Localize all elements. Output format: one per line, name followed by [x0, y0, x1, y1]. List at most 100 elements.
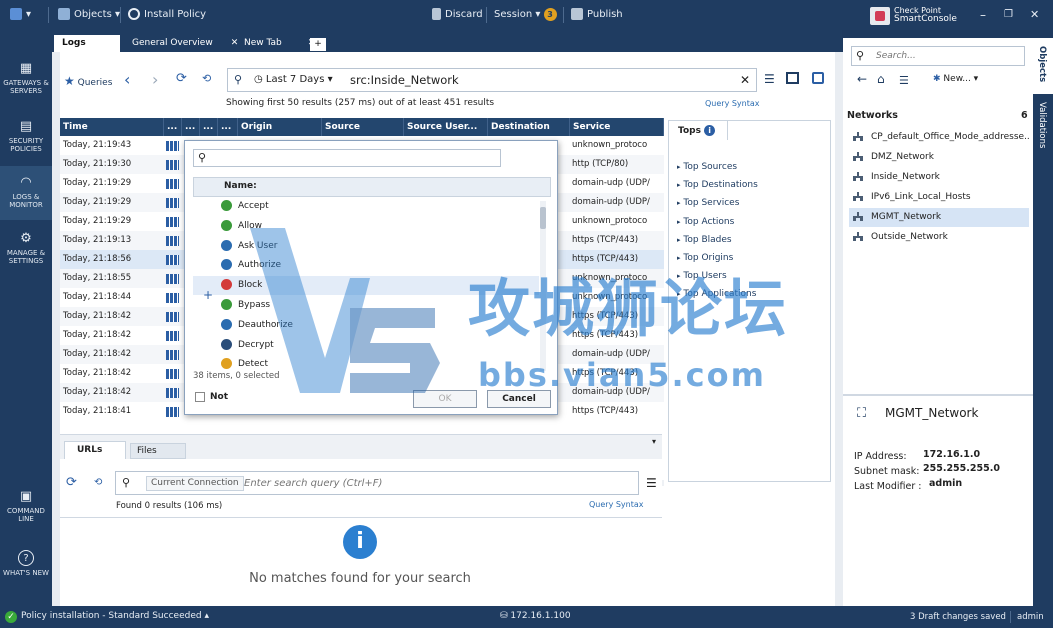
- tab-urls[interactable]: URLs: [64, 441, 126, 459]
- discard-button[interactable]: Discard: [432, 7, 483, 23]
- restore-button[interactable]: ❐: [1004, 7, 1013, 23]
- auto-refresh-icon[interactable]: ⟲: [94, 477, 102, 488]
- network-item[interactable]: CP_default_Office_Mode_addresse...: [849, 128, 1029, 147]
- tops-tab[interactable]: Tops i: [668, 120, 728, 140]
- details-search-input[interactable]: [244, 475, 624, 491]
- popup-scrollbar[interactable]: [540, 201, 546, 371]
- tops-item[interactable]: ▸ Top Actions: [677, 217, 734, 227]
- list-icon[interactable]: ☰: [899, 74, 909, 87]
- column-header[interactable]: Source User...: [404, 118, 488, 136]
- blade-icon: [166, 255, 179, 265]
- popup-list-item[interactable]: Bypass: [221, 296, 270, 315]
- sidebar-item-manage[interactable]: ⚙ MANAGE & SETTINGS: [0, 232, 52, 266]
- column-header[interactable]: Service: [570, 118, 664, 136]
- query-input[interactable]: src:Inside_Network: [350, 73, 459, 87]
- popup-search-input[interactable]: ⚲: [193, 149, 501, 167]
- app-menu-button[interactable]: ▾: [10, 7, 31, 23]
- sidebar-item-whats-new[interactable]: ? WHAT'S NEW: [0, 550, 52, 577]
- tops-item[interactable]: ▸ Top Applications: [677, 289, 756, 299]
- column-header[interactable]: ...: [182, 118, 200, 136]
- minimize-button[interactable]: –: [980, 7, 986, 23]
- home-icon[interactable]: ⌂: [877, 72, 885, 86]
- install-status[interactable]: Policy installation - Standard Succeeded…: [21, 611, 209, 621]
- gateways-icon: ▦: [19, 61, 33, 76]
- back-icon[interactable]: ‹: [124, 70, 130, 89]
- cancel-button[interactable]: Cancel: [487, 390, 551, 408]
- time-range-select[interactable]: ◷ Last 7 Days ▾: [254, 74, 333, 85]
- refresh-icon[interactable]: ⟳: [176, 71, 187, 86]
- objects-search[interactable]: ⚲: [851, 46, 1025, 66]
- query-syntax-link[interactable]: Query Syntax: [589, 500, 644, 509]
- tops-item[interactable]: ▸ Top Users: [677, 271, 727, 281]
- network-item[interactable]: Outside_Network: [849, 228, 1029, 247]
- publish-button[interactable]: Publish: [571, 7, 623, 23]
- forward-icon[interactable]: ›: [152, 70, 158, 89]
- add-icon[interactable]: +: [203, 288, 213, 302]
- popup-list-item[interactable]: Allow: [221, 217, 262, 236]
- layout-icon[interactable]: [786, 72, 799, 84]
- column-header[interactable]: ...: [200, 118, 218, 136]
- network-item[interactable]: IPv6_Link_Local_Hosts: [849, 188, 1029, 207]
- popup-list-item[interactable]: Ask User: [221, 237, 277, 256]
- tops-item[interactable]: ▸ Top Origins: [677, 253, 733, 263]
- tops-item[interactable]: ▸ Top Blades: [677, 235, 732, 245]
- tops-item[interactable]: ▸ Top Destinations: [677, 180, 758, 190]
- close-button[interactable]: ✕: [1030, 7, 1039, 23]
- column-header[interactable]: ...: [218, 118, 238, 136]
- refresh-icon[interactable]: ⟳: [66, 475, 77, 490]
- menu-icon[interactable]: ☰: [646, 476, 657, 490]
- mask-label: Subnet mask:: [854, 466, 920, 477]
- service-cell: domain-udp (UDP/: [572, 387, 650, 397]
- tops-item[interactable]: ▸ Top Sources: [677, 162, 737, 172]
- popup-list-item[interactable]: Decrypt: [221, 336, 274, 355]
- menu-icon[interactable]: ☰: [764, 72, 775, 86]
- not-checkbox[interactable]: [195, 392, 205, 402]
- auto-refresh-icon[interactable]: ⟲: [202, 72, 211, 85]
- popup-list-item[interactable]: Block: [193, 276, 539, 296]
- open-in-window-icon[interactable]: [812, 72, 824, 84]
- expand-arrow-icon: ▸: [677, 163, 681, 171]
- server-status: ⛁ 172.16.1.100: [500, 611, 571, 621]
- back-arrow-icon[interactable]: ←: [857, 72, 867, 86]
- popup-count: 38 items, 0 selected: [193, 371, 280, 381]
- column-header[interactable]: Source: [322, 118, 404, 136]
- sidebar-item-logs[interactable]: ◠ LOGS & MONITOR: [0, 176, 52, 210]
- session-menu[interactable]: Session ▾ 3: [494, 7, 557, 23]
- column-header[interactable]: Origin: [238, 118, 322, 136]
- objects-search-input[interactable]: [876, 49, 1020, 63]
- sidebar-item-command-line[interactable]: ▣ COMMAND LINE: [0, 490, 52, 524]
- objects-pane: ⚲ ← ⌂ ☰ ✱ New... ▾ Networks 6 CP_default…: [843, 38, 1033, 606]
- column-header[interactable]: Destination: [488, 118, 570, 136]
- objects-menu[interactable]: Objects ▾: [58, 7, 120, 23]
- tops-item[interactable]: ▸ Top Services: [677, 198, 739, 208]
- popup-list-item[interactable]: Deauthorize: [221, 316, 293, 335]
- new-object-button[interactable]: ✱ New... ▾: [933, 74, 978, 84]
- collapse-icon[interactable]: ▾: [652, 437, 656, 446]
- queries-button[interactable]: ★ Queries: [64, 74, 112, 88]
- ok-button[interactable]: OK: [413, 390, 477, 408]
- user-status: admin: [1017, 612, 1044, 622]
- install-policy-button[interactable]: Install Policy: [128, 7, 206, 23]
- tab-files[interactable]: Files: [130, 443, 186, 459]
- network-icon: [853, 172, 863, 181]
- add-tab-button[interactable]: +: [310, 38, 326, 51]
- network-item[interactable]: Inside_Network: [849, 168, 1029, 187]
- query-bar[interactable]: ⚲ ◷ Last 7 Days ▾ src:Inside_Network ✕: [227, 68, 757, 92]
- strip-validations-tab[interactable]: Validations: [1037, 102, 1047, 148]
- details-search-bar[interactable]: ⚲ Current Connection: [115, 471, 639, 495]
- network-item[interactable]: MGMT_Network: [849, 208, 1029, 227]
- column-header[interactable]: ...: [164, 118, 182, 136]
- time-cell: Today, 21:18:42: [63, 368, 132, 378]
- popup-list-item[interactable]: Accept: [221, 197, 269, 216]
- network-item[interactable]: DMZ_Network: [849, 148, 1029, 167]
- column-header[interactable]: Time: [60, 118, 164, 136]
- tab-logs[interactable]: Logs: [54, 35, 120, 52]
- tab-general-overview[interactable]: General Overview ✕: [124, 35, 246, 52]
- clear-query-icon[interactable]: ✕: [740, 73, 750, 87]
- sidebar-item-gateways[interactable]: ▦ GATEWAYS & SERVERS: [0, 61, 52, 96]
- popup-list-item[interactable]: Authorize: [221, 256, 281, 275]
- current-connection-chip[interactable]: Current Connection: [146, 476, 244, 491]
- query-syntax-link[interactable]: Query Syntax: [705, 99, 760, 108]
- sidebar-item-security-policies[interactable]: ▤ SECURITY POLICIES: [0, 120, 52, 154]
- time-cell: Today, 21:18:44: [63, 292, 132, 302]
